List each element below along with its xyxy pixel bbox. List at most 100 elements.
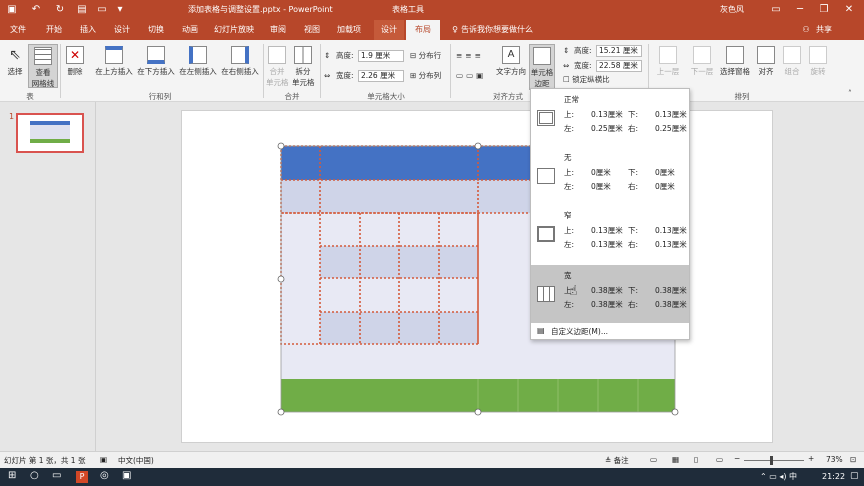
insert-left-icon (189, 46, 207, 64)
insert-below-button[interactable]: 在下方插入 (136, 46, 176, 77)
margin-none-icon (537, 168, 555, 184)
text-direction-button[interactable]: A 文字方向 (496, 46, 526, 77)
tab-transitions[interactable]: 切换 (142, 20, 170, 40)
distribute-cols-button[interactable]: ⊞ 分布列 (410, 70, 441, 82)
fit-slide-icon[interactable]: ⊡ (850, 455, 856, 464)
redo-icon[interactable]: ↻ (54, 4, 66, 16)
tab-design[interactable]: 设计 (108, 20, 136, 40)
rotate-button[interactable]: 旋转 (808, 46, 828, 77)
customize-qat-icon[interactable]: ▾ (114, 4, 126, 16)
tab-review[interactable]: 审阅 (264, 20, 292, 40)
tab-animations[interactable]: 动画 (176, 20, 204, 40)
undo-icon[interactable]: ↶ (30, 4, 42, 16)
title-bar: ▣ ↶ ↻ ▤ ▭ ▾ 添加表格与调整设置.pptx - PowerPoint … (0, 0, 864, 20)
margin-wide-icon (537, 286, 555, 302)
zoom-slider-thumb[interactable] (770, 456, 773, 465)
spellcheck-icon[interactable]: ▣ (100, 455, 107, 464)
powerpoint-taskbar-icon[interactable]: P (76, 471, 88, 483)
tab-view[interactable]: 视图 (298, 20, 326, 40)
lock-ratio-checkbox[interactable]: ☐ 锁定纵横比 (563, 74, 610, 86)
table-height-icon: ⇕ (563, 46, 570, 55)
margin-option-normal[interactable]: 正常 上: 0.13厘米 下: 0.13厘米 左: 0.25厘米 右: 0.25… (531, 89, 689, 147)
custom-margins-item[interactable]: ▤ 自定义边距(M)... (531, 323, 689, 339)
selection-pane-icon (726, 46, 744, 64)
save-icon[interactable]: ▣ (6, 4, 18, 16)
margin-option-none[interactable]: 无 上: 0厘米 下: 0厘米 左: 0厘米 右: 0厘米 (531, 147, 689, 205)
selection-pane-button[interactable]: 选择窗格 (718, 46, 752, 77)
tab-slideshow[interactable]: 幻灯片放映 (210, 20, 258, 40)
share-button[interactable]: 共享 (814, 20, 834, 40)
insert-left-button[interactable]: 在左侧插入 (178, 46, 218, 77)
cell-height-input[interactable]: 1.9 厘米 (358, 50, 404, 62)
user-name[interactable]: 灰色风 (720, 0, 744, 20)
cell-margins-icon (533, 47, 551, 65)
cell-width-input[interactable]: 2.26 厘米 (358, 70, 404, 82)
slideshow-icon[interactable]: ▤ (76, 4, 88, 16)
margin-option-narrow[interactable]: 窄 上: 0.13厘米 下: 0.13厘米 左: 0.13厘米 右: 0.13厘… (531, 205, 689, 263)
system-tray-icons[interactable]: ⌃ ▭ ◂) 中 (760, 471, 797, 482)
tab-table-design[interactable]: 设计 (374, 20, 404, 40)
insert-right-button[interactable]: 在右侧插入 (220, 46, 260, 77)
mouse-cursor-icon: ☝ (569, 283, 578, 299)
notification-icon[interactable]: ▢ (850, 471, 859, 481)
slide-thumbnail[interactable] (16, 113, 84, 153)
context-tool-label: 表格工具 (392, 5, 424, 14)
table-height-input[interactable]: 15.21 厘米 (596, 45, 642, 57)
select-button[interactable]: ⇖ 选择 (4, 46, 26, 77)
zoom-slider[interactable] (744, 456, 804, 465)
tab-home[interactable]: 开始 (40, 20, 68, 40)
custom-margins-icon: ▤ (537, 326, 545, 335)
minimize-icon[interactable]: ─ (794, 4, 806, 16)
table-width-input[interactable]: 22.58 厘米 (596, 60, 642, 72)
send-backward-button[interactable]: 下一层 (686, 46, 718, 77)
tab-layout[interactable]: 布局 (406, 20, 440, 40)
clock: 21:22 (822, 472, 846, 481)
group-button[interactable]: 组合 (782, 46, 802, 77)
reading-view-icon[interactable]: ▯ (694, 455, 698, 464)
distribute-rows-button[interactable]: ⊟ 分布行 (410, 50, 441, 62)
zoom-out-icon[interactable]: − (734, 454, 740, 463)
close-icon[interactable]: ✕ (843, 4, 855, 16)
margin-option-wide[interactable]: 宽 上: 0.38厘米 下: 0.38厘米 左: 0.38厘米 右: 0.38厘… (531, 265, 689, 323)
tab-addins[interactable]: 加载项 (332, 20, 366, 40)
bring-forward-button[interactable]: 上一层 (652, 46, 684, 77)
language-status[interactable]: 中文(中国) (118, 455, 154, 466)
window-title: 添加表格与调整设置.pptx - PowerPoint (188, 5, 333, 14)
notes-button[interactable]: ≜ 备注 (605, 455, 629, 466)
restore-icon[interactable]: ❐ (818, 4, 830, 16)
view-gridlines-button[interactable]: 查看 网格线 (28, 44, 58, 88)
table-width-label: 宽度: (574, 61, 592, 70)
windows-start-icon[interactable]: ⊞ (8, 470, 16, 481)
task-view-icon[interactable]: ▭ (52, 470, 61, 481)
zoom-level[interactable]: 73% (826, 455, 843, 464)
slide-number: 1 (9, 112, 15, 121)
insert-above-icon (105, 46, 123, 64)
delete-button[interactable]: ✕ 删除 (64, 46, 86, 77)
group-label-table: 表 (26, 92, 34, 101)
cell-margins-dropdown: 正常 上: 0.13厘米 下: 0.13厘米 左: 0.25厘米 右: 0.25… (530, 88, 690, 340)
horizontal-align-icons[interactable]: ≡≡≡ (456, 50, 484, 62)
merge-cells-button[interactable]: 合并 单元格 (266, 46, 289, 88)
zoom-in-icon[interactable]: + (808, 454, 814, 463)
tab-insert[interactable]: 插入 (74, 20, 102, 40)
app-taskbar-icon[interactable]: ▣ (122, 470, 131, 481)
split-cells-button[interactable]: 拆分 单元格 (292, 46, 315, 88)
slideshow-view-icon[interactable]: ▭ (716, 455, 723, 464)
collapse-ribbon-icon[interactable]: ˄ (848, 88, 852, 100)
normal-view-icon[interactable]: ▭ (650, 455, 657, 464)
vertical-align-icons[interactable]: ▭▭▣ (456, 70, 486, 82)
sorter-view-icon[interactable]: ▦ (672, 455, 679, 464)
search-icon[interactable]: ○ (30, 470, 39, 481)
align-button[interactable]: 对齐 (756, 46, 776, 77)
insert-above-button[interactable]: 在上方插入 (94, 46, 134, 77)
open-icon[interactable]: ▭ (96, 4, 108, 16)
status-bar: 幻灯片 第 1 张，共 1 张 ▣ 中文(中国) ≜ 备注 ▭ ▦ ▯ ▭ − … (0, 451, 864, 468)
ribbon-display-icon[interactable]: ▭ (770, 4, 782, 16)
cell-width-label: 宽度: (336, 71, 354, 80)
tab-file[interactable]: 文件 (4, 20, 32, 40)
chrome-taskbar-icon[interactable]: ◎ (100, 470, 109, 481)
col-width-icon: ⇔ (324, 71, 331, 80)
cell-margins-button[interactable]: 单元格 边距 (529, 44, 555, 90)
tell-me-search[interactable]: 告诉我你想要做什么 (460, 20, 534, 40)
taskbar: ⊞ ○ ▭ P ◎ ▣ ⌃ ▭ ◂) 中 21:22 ▢ (0, 468, 864, 486)
